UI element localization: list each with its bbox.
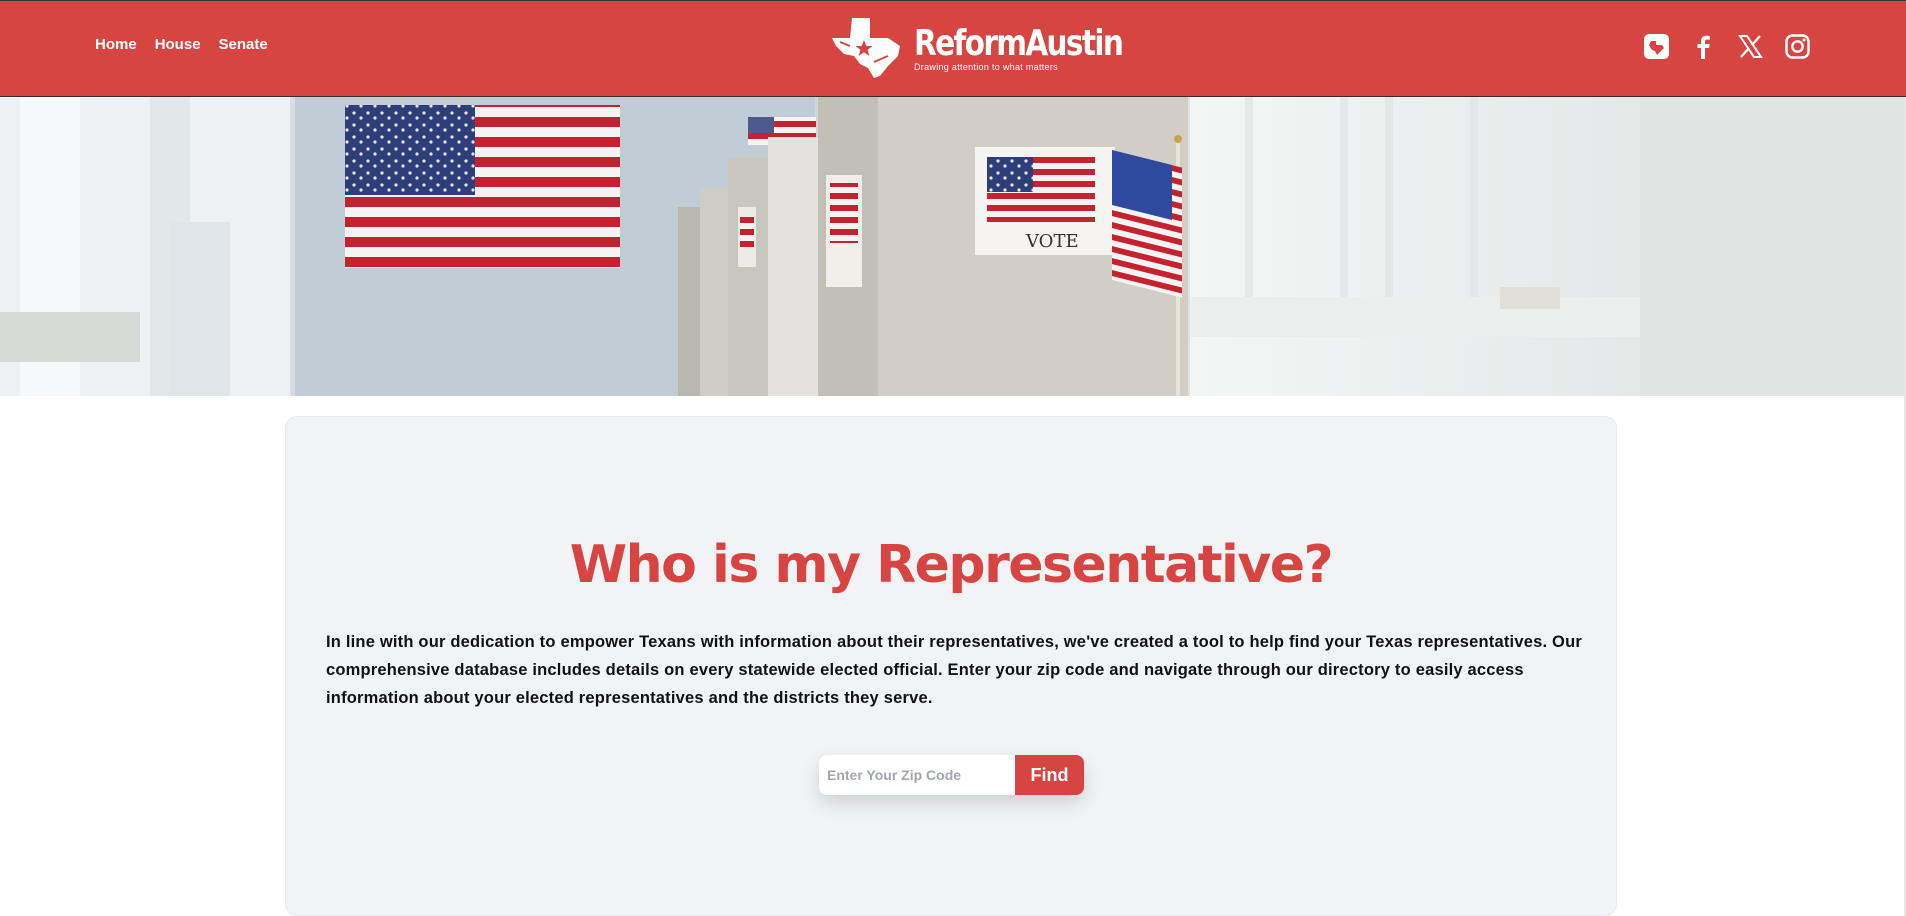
nav-home-link[interactable]: Home [95,36,137,53]
nav-house-link[interactable]: House [155,36,201,53]
social-links [1643,33,1811,60]
site-logo[interactable]: ReformAustin Drawing attention to what m… [830,15,1124,81]
zip-search-form: Find [819,755,1084,795]
svg-text:VOTE: VOTE [1025,231,1079,252]
facebook-icon[interactable] [1690,33,1717,60]
hero-banner-image: VOTE [0,97,1904,396]
texas-app-icon[interactable] [1643,33,1670,60]
zip-code-input[interactable] [819,755,1015,795]
site-header: Home House Senate ReformAustin Drawing a… [0,0,1906,97]
nav-senate-link[interactable]: Senate [219,36,268,53]
x-twitter-icon[interactable] [1737,33,1764,60]
logo-text: ReformAustin Drawing attention to what m… [914,22,1168,72]
instagram-icon[interactable] [1784,33,1811,60]
intro-paragraph: In line with our dedication to empower T… [326,633,1582,707]
page-title: Who is my Representative? [569,535,1334,595]
main-nav: Home House Senate [95,36,268,53]
representative-finder-card: Who is my Representative? In line with o… [285,416,1617,916]
logo-name: ReformAustin [914,22,1124,64]
texas-star-logo-icon [830,16,906,80]
find-button[interactable]: Find [1015,755,1084,795]
